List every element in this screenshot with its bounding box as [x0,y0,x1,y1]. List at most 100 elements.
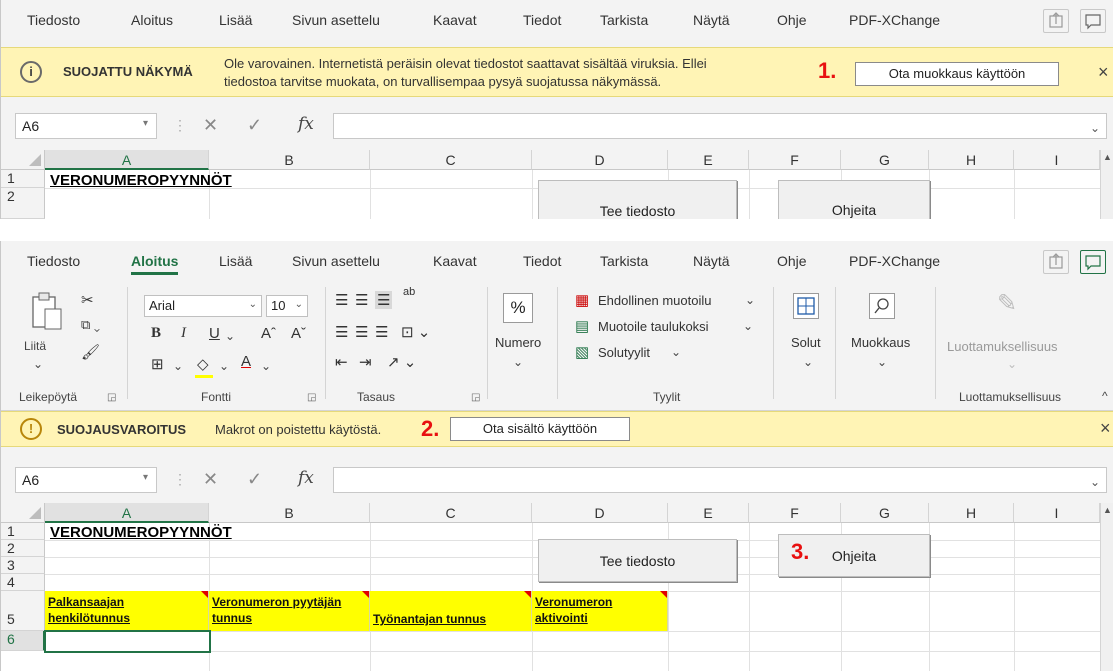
chevron-down-icon[interactable]: ⌄ [671,345,681,359]
tab-help[interactable]: Ohje [777,12,807,28]
vertical-scrollbar[interactable]: ▲ [1100,503,1113,671]
row-header[interactable]: 5 [1,591,45,631]
active-cell-a6[interactable] [44,630,211,653]
select-all-corner[interactable] [1,503,45,523]
tab-formulas[interactable]: Kaavat [433,12,477,28]
create-file-button[interactable]: Tee tiedosto [538,180,737,219]
formula-input[interactable]: ⌄ [333,467,1107,493]
insert-function-icon[interactable]: fx [298,114,314,134]
cells-icon[interactable] [793,293,819,319]
align-top-icon[interactable]: ☰ [335,291,348,309]
enable-content-button[interactable]: Ota sisältö käyttöön [450,417,630,441]
chevron-down-icon[interactable]: ⌄ [803,355,813,369]
close-icon[interactable]: × [1098,62,1109,83]
format-as-table-button[interactable]: Muotoile taulukoksi [598,319,709,334]
share-button[interactable] [1043,250,1069,274]
comments-button[interactable] [1080,9,1106,33]
align-middle-icon[interactable]: ☰ [355,291,368,309]
fill-color-icon[interactable]: ◇ [197,355,209,373]
column-header[interactable]: I [1014,150,1100,170]
formula-input[interactable]: ⌄ [333,113,1107,139]
row-header[interactable]: 3 [1,557,45,574]
header-cell[interactable]: Veronumeron pyytäjän tunnus [209,591,370,631]
font-size-select[interactable]: 10 ⌄ [266,295,308,317]
scroll-up-icon[interactable]: ▲ [1103,152,1112,162]
font-name-select[interactable]: Arial ⌄ [144,295,262,317]
column-header[interactable]: I [1014,503,1100,523]
cut-icon[interactable]: ✂ [81,291,94,309]
tab-home[interactable]: Aloitus [131,253,179,275]
align-right-icon[interactable]: ☰ [375,323,388,341]
dialog-launcher-icon[interactable]: ◲ [307,392,316,403]
tab-pdf-xchange[interactable]: PDF-XChange [849,253,940,269]
underline-button[interactable]: U [209,325,220,342]
create-file-button[interactable]: Tee tiedosto [538,539,737,582]
tab-home[interactable]: Aloitus [131,12,173,28]
row-header[interactable]: 1 [1,170,45,188]
increase-indent-icon[interactable]: ⇥ [359,353,372,371]
column-header[interactable]: C [370,503,532,523]
row-header[interactable]: 4 [1,574,45,591]
format-painter-icon[interactable]: 🖌 [81,343,100,361]
select-all-corner[interactable] [1,150,45,170]
chevron-down-icon[interactable]: ⌄ [225,329,235,343]
column-header[interactable]: H [929,150,1014,170]
tab-page-layout[interactable]: Sivun asettelu [292,253,380,269]
chevron-down-icon[interactable]: ⌄ [1090,121,1100,135]
row-header[interactable]: 2 [1,188,45,219]
confirm-icon[interactable]: ✓ [247,115,262,136]
align-left-icon[interactable]: ☰ [335,323,348,341]
column-header[interactable]: E [668,503,749,523]
tab-insert[interactable]: Lisää [219,12,252,28]
tab-view[interactable]: Näytä [693,12,730,28]
column-header[interactable]: E [668,150,749,170]
paste-button[interactable]: Liitä ⌄ [23,289,67,371]
search-icon[interactable] [869,293,895,319]
wrap-text-icon[interactable]: ab [403,287,415,298]
merge-center-icon[interactable]: ⊡ ⌄ [401,323,430,341]
chevron-down-icon[interactable]: ⌄ [219,359,229,373]
close-icon[interactable]: × [1100,418,1111,439]
confirm-icon[interactable]: ✓ [247,469,262,490]
dialog-launcher-icon[interactable]: ◲ [471,392,480,403]
tab-review[interactable]: Tarkista [600,253,648,269]
cancel-icon[interactable]: ✕ [203,115,218,136]
row-header[interactable]: 1 [1,523,45,540]
header-cell[interactable]: Palkansaajan henkilötunnus [45,591,209,631]
borders-icon[interactable]: ⊞ [151,355,164,373]
decrease-indent-icon[interactable]: ⇤ [335,353,348,371]
column-header[interactable]: A [45,503,209,523]
enable-editing-button[interactable]: Ota muokkaus käyttöön [855,62,1059,86]
scroll-up-icon[interactable]: ▲ [1103,505,1112,515]
chevron-down-icon[interactable]: ⌄ [745,293,755,307]
row-header[interactable]: 6 [1,631,45,651]
tab-file[interactable]: Tiedosto [27,253,80,269]
conditional-format-icon[interactable]: ▦ [575,291,589,309]
copy-icon[interactable]: ⧉ ⌄ [81,317,100,333]
column-header[interactable]: D [532,150,668,170]
grow-font-button[interactable]: Aˆ [261,325,276,342]
column-header[interactable]: G [841,150,929,170]
tab-pdf-xchange[interactable]: PDF-XChange [849,12,940,28]
chevron-down-icon[interactable]: ⌄ [261,359,271,373]
insert-function-icon[interactable]: fx [298,468,314,488]
header-cell[interactable]: Työnantajan tunnus [370,591,532,631]
cell-styles-button[interactable]: Solutyylit [598,345,650,360]
orientation-icon[interactable]: ↗ ⌄ [387,353,416,371]
column-header[interactable]: C [370,150,532,170]
chevron-down-icon[interactable]: ⌄ [513,355,523,369]
font-color-icon[interactable]: A [241,353,251,370]
shrink-font-button[interactable]: Aˇ [291,325,306,342]
column-header[interactable]: H [929,503,1014,523]
instructions-button[interactable]: Ohjeita [778,180,930,219]
column-header[interactable]: F [749,150,841,170]
chevron-down-icon[interactable]: ⌄ [877,355,887,369]
chevron-down-icon[interactable]: ⌄ [743,319,753,333]
tab-review[interactable]: Tarkista [600,12,648,28]
align-bottom-icon[interactable]: ☰ [375,291,393,309]
editing-button-label[interactable]: Muokkaus [851,335,910,350]
conditional-formatting-button[interactable]: Ehdollinen muotoilu [598,293,711,308]
tab-help[interactable]: Ohje [777,253,807,269]
column-header[interactable]: B [209,150,370,170]
percent-icon[interactable]: % [503,293,533,323]
